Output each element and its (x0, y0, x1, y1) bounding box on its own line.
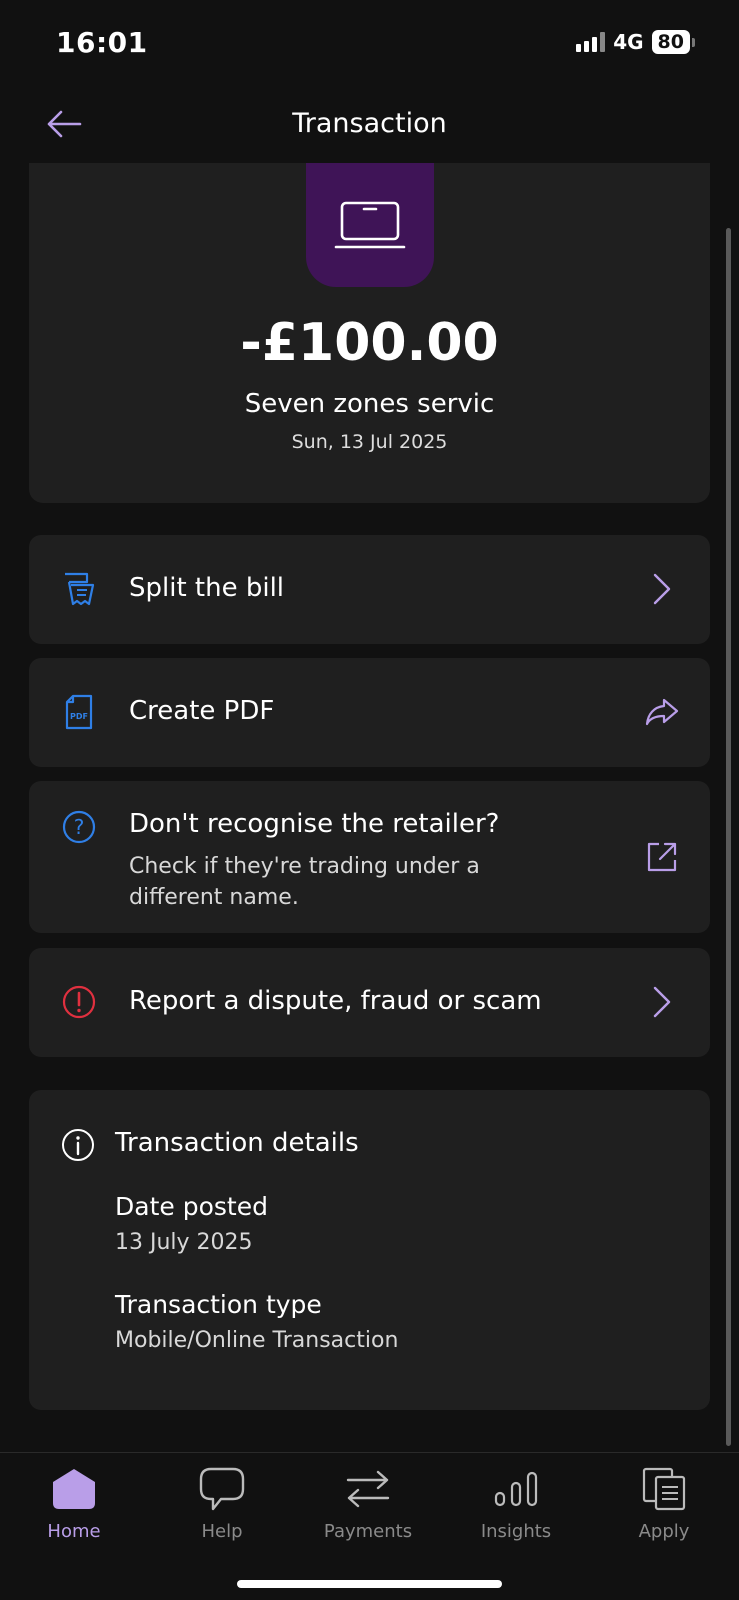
transaction-type-value: Mobile/Online Transaction (115, 1328, 399, 1353)
transaction-type-label: Transaction type (115, 1290, 322, 1319)
report-dispute-label: Report a dispute, fraud or scam (129, 986, 542, 1016)
merchant-tile (306, 163, 434, 287)
tab-payments[interactable]: Payments (298, 1463, 438, 1553)
chevron-right-icon (644, 984, 680, 1020)
status-time: 16:01 (56, 26, 148, 59)
svg-text:PDF: PDF (70, 712, 88, 721)
unrecognised-retailer-sub: Check if they're trading under a differe… (129, 854, 480, 910)
info-icon (61, 1128, 95, 1166)
details-heading: Transaction details (115, 1128, 359, 1158)
scrollbar[interactable] (726, 228, 731, 1446)
documents-icon (641, 1463, 687, 1515)
page-title: Transaction (292, 108, 447, 139)
tab-apply[interactable]: Apply (594, 1463, 734, 1553)
create-pdf-label: Create PDF (129, 696, 275, 726)
svg-text:?: ? (74, 815, 85, 839)
tab-home[interactable]: Home (4, 1463, 144, 1553)
transfer-arrows-icon (344, 1463, 392, 1515)
tab-apply-label: Apply (638, 1521, 690, 1542)
home-indicator (237, 1580, 502, 1588)
tab-payments-label: Payments (323, 1521, 413, 1542)
status-bar: 16:01 4G 80 (0, 0, 739, 90)
share-icon (644, 694, 680, 730)
help-circle-icon: ? (61, 809, 97, 845)
unrecognised-retailer-label: Don't recognise the retailer? (129, 809, 500, 839)
app-header: Transaction (0, 90, 739, 162)
network-type: 4G (613, 30, 644, 54)
transaction-date: Sun, 13 Jul 2025 (291, 431, 448, 453)
tab-insights-label: Insights (480, 1521, 552, 1542)
date-posted-value: 13 July 2025 (115, 1230, 253, 1255)
tab-insights[interactable]: Insights (446, 1463, 586, 1553)
transaction-summary-card: -£100.00 Seven zones servic Sun, 13 Jul … (29, 163, 710, 503)
tab-help[interactable]: Help (152, 1463, 292, 1553)
home-icon (51, 1463, 97, 1515)
bottom-tab-bar: Home Help Payments Insights Apply (0, 1452, 739, 1600)
alert-circle-icon (61, 984, 97, 1020)
split-bill-icon (61, 571, 97, 607)
status-indicators: 4G 80 (576, 30, 695, 54)
chevron-right-icon (644, 571, 680, 607)
signal-icon (576, 32, 606, 52)
create-pdf-row[interactable]: PDF Create PDF (29, 658, 710, 767)
bar-insights-icon (493, 1463, 539, 1515)
split-bill-label: Split the bill (129, 573, 285, 603)
transaction-details-card: Transaction details Date posted 13 July … (29, 1090, 710, 1410)
external-link-icon (644, 839, 680, 875)
report-dispute-row[interactable]: Report a dispute, fraud or scam (29, 948, 710, 1057)
tab-home-label: Home (47, 1521, 101, 1542)
date-posted-label: Date posted (115, 1192, 268, 1221)
split-bill-row[interactable]: Split the bill (29, 535, 710, 644)
chat-bubble-icon (199, 1463, 245, 1515)
laptop-icon (334, 201, 406, 249)
battery-level: 80 (651, 30, 690, 54)
transaction-amount: -£100.00 (240, 313, 499, 373)
pdf-icon: PDF (61, 694, 97, 730)
battery-icon: 80 (651, 30, 695, 54)
merchant-name: Seven zones servic (244, 389, 495, 419)
unrecognised-retailer-row[interactable]: ? Don't recognise the retailer? Check if… (29, 781, 710, 933)
tab-help-label: Help (201, 1521, 243, 1542)
